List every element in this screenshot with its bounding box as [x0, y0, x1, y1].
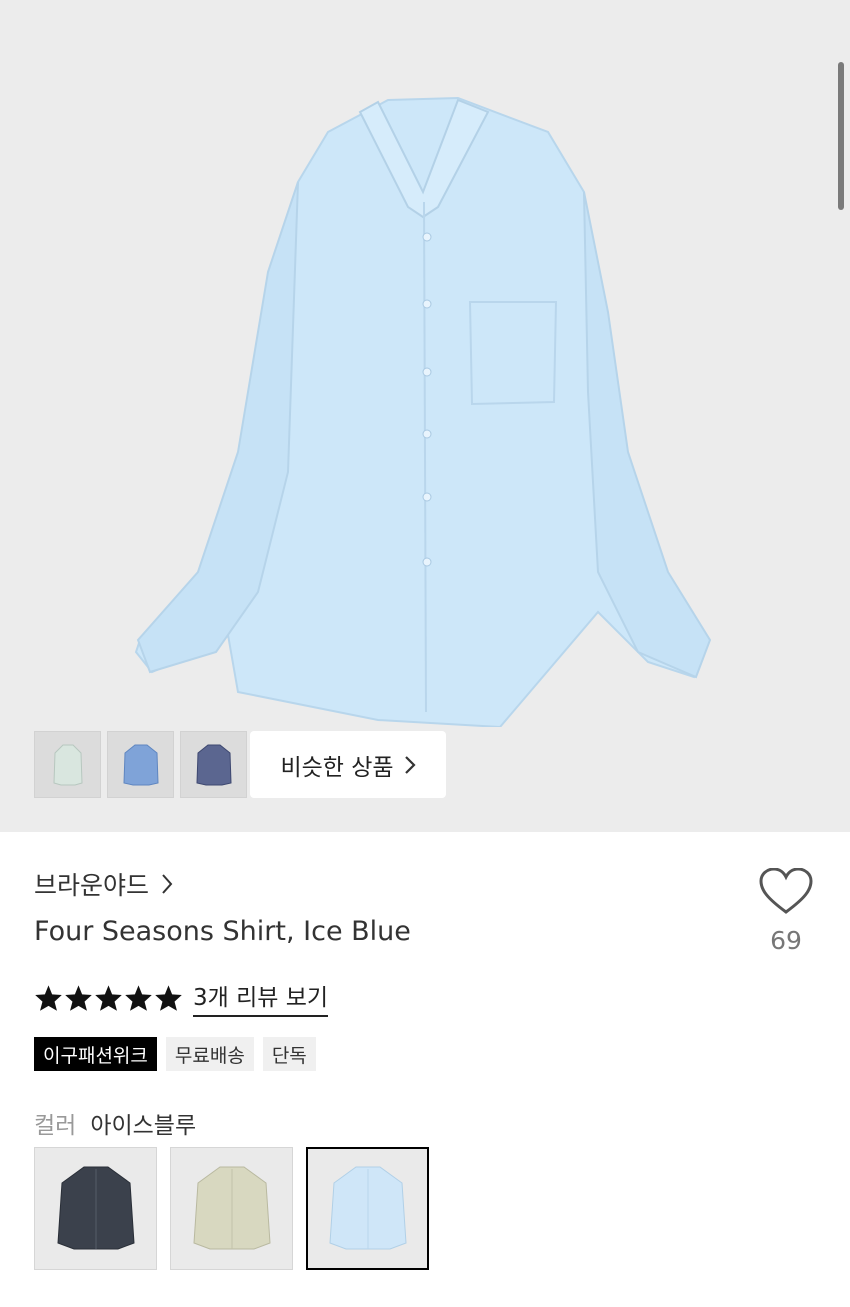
heart-icon: [759, 868, 813, 914]
tag-badge: 단독: [262, 1037, 316, 1071]
thumbnail-navy-stripe-shirt[interactable]: [180, 731, 247, 798]
tag-badge: 무료배송: [165, 1037, 254, 1071]
color-label: 컬러: [34, 1113, 77, 1139]
product-image-area: 비슷한 상품: [0, 0, 850, 832]
swatch-charcoal[interactable]: [34, 1147, 157, 1270]
brand-link[interactable]: 브라운야드: [34, 866, 173, 902]
rating-row: 3개 리뷰 보기: [34, 978, 329, 1017]
color-value: 아이스블루: [90, 1113, 197, 1139]
chevron-right-icon: [162, 874, 173, 894]
star-icon: [95, 984, 122, 1011]
similar-products-button[interactable]: 비슷한 상품: [250, 731, 446, 798]
color-row: 컬러 아이스블루: [34, 1106, 196, 1140]
star-icon: [155, 984, 182, 1011]
star-icon: [125, 984, 152, 1011]
thumbnail-mint-shirt[interactable]: [34, 731, 101, 798]
product-image[interactable]: [128, 92, 718, 727]
review-link[interactable]: 3개 리뷰 보기: [193, 978, 329, 1017]
color-swatches: [34, 1147, 429, 1270]
star-icon: [65, 984, 92, 1011]
similar-products-label: 비슷한 상품: [280, 754, 394, 781]
brand-name: 브라운야드: [34, 871, 150, 900]
like-count: 69: [770, 926, 802, 955]
like-button[interactable]: 69: [756, 868, 816, 955]
swatch-ice-blue[interactable]: [306, 1147, 429, 1270]
star-icon: [35, 984, 62, 1011]
tag-list: 이구패션위크 무료배송 단독: [34, 1037, 316, 1071]
swatch-beige[interactable]: [170, 1147, 293, 1270]
tag-badge: 이구패션위크: [34, 1037, 157, 1071]
thumbnail-strip: [34, 731, 247, 798]
product-title: Four Seasons Shirt, Ice Blue: [34, 916, 411, 947]
rating-stars: [34, 984, 183, 1012]
scrollbar[interactable]: [838, 62, 844, 210]
thumbnail-blue-shirt[interactable]: [107, 731, 174, 798]
chevron-right-icon: [404, 755, 416, 774]
